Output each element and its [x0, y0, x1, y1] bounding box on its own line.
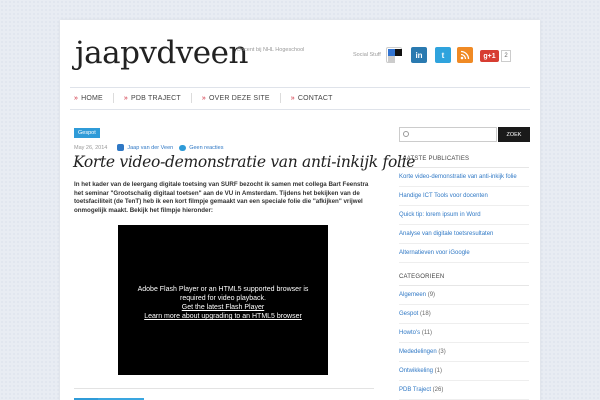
recent-posts-list: Korte video-demonstratie van anti-inkijk… — [399, 168, 529, 263]
chevron-right-icon: » — [123, 94, 128, 102]
rss-icon[interactable] — [457, 47, 473, 63]
nav-item-label: Home — [81, 94, 103, 102]
user-icon — [117, 144, 125, 151]
gplus-count: 2 — [501, 50, 511, 62]
flash-player-link[interactable]: Get the latest Flash Player — [118, 303, 328, 312]
video-player[interactable]: Adobe Flash Player or an HTML5 supported… — [118, 225, 328, 375]
nav-separator — [190, 93, 192, 103]
twitter-icon[interactable]: t — [435, 47, 451, 63]
main-nav: » Home » PDB Traject » Over deze site » … — [74, 93, 343, 103]
category-count: (9) — [426, 292, 436, 298]
categories-title: CATEGORIEEN — [399, 274, 445, 280]
page-container: jaapvdveen Docent bij NHL Hogeschool Soc… — [60, 20, 540, 400]
category-item[interactable]: Gespot (18) — [399, 305, 529, 324]
category-count: (3) — [436, 349, 446, 355]
video-message: Adobe Flash Player or an HTML5 supported… — [137, 286, 309, 302]
post-author-link[interactable]: Jaap van der Veen — [127, 145, 173, 151]
chevron-right-icon: » — [290, 94, 295, 102]
nav-item-home[interactable]: » Home — [74, 93, 103, 103]
category-count: (11) — [420, 330, 433, 336]
search-box — [399, 127, 497, 142]
nav-top-divider — [70, 87, 530, 88]
linkedin-icon[interactable]: in — [411, 47, 427, 63]
post-title[interactable]: Korte video-demonstratie van anti-inkijk… — [73, 153, 415, 171]
site-tagline: Docent bij NHL Hogeschool — [237, 47, 305, 53]
recent-post-item[interactable]: Quick tip: lorem ipsum in Word — [399, 206, 529, 225]
post-comments-link[interactable]: Geen reacties — [189, 145, 223, 151]
nav-separator — [112, 93, 114, 103]
recent-post-item[interactable]: Korte video-demonstratie van anti-inkijk… — [399, 168, 529, 187]
category-item[interactable]: PDB Traject (26) — [399, 381, 529, 400]
chevron-right-icon: » — [201, 94, 207, 102]
category-item[interactable]: Ontwikkeling (1) — [399, 362, 529, 381]
delicious-icon[interactable] — [386, 47, 402, 63]
nav-item-over-deze-site[interactable]: » Over deze site — [202, 93, 270, 103]
search-button[interactable]: ZOEK — [498, 127, 530, 142]
search-input[interactable] — [412, 129, 494, 140]
nav-item-label: Contact — [297, 94, 333, 102]
recent-post-item[interactable]: Handige ICT Tools voor docenten — [399, 187, 529, 206]
category-item[interactable]: Mededelingen (3) — [399, 343, 529, 362]
recent-posts-title: LAATSTE PUBLICATIES — [399, 156, 470, 162]
category-label: Howto's — [399, 330, 421, 336]
categories-list: Algemeen (9) Gespot (18) Howto's (11) Me… — [399, 286, 529, 400]
post-meta: May 26, 2014 Jaap van der Veen Geen reac… — [74, 144, 223, 151]
chevron-right-icon: » — [74, 94, 79, 102]
category-count: (18) — [418, 311, 431, 317]
nav-item-pdb-traject[interactable]: » PDB Traject — [124, 93, 181, 103]
category-label: Ontwikkeling — [399, 368, 434, 374]
category-count: (26) — [431, 387, 444, 393]
video-fallback: Adobe Flash Player or an HTML5 supported… — [118, 285, 328, 321]
post-divider — [74, 388, 374, 389]
recent-post-item[interactable]: Alternatieven voor iGoogle — [399, 244, 529, 263]
social-label: Social Stuff — [353, 52, 381, 58]
category-item[interactable]: Algemeen (9) — [399, 286, 529, 305]
html5-browser-link[interactable]: Learn more about upgrading to an HTML5 b… — [118, 312, 328, 321]
search-icon — [403, 131, 409, 137]
category-count: (1) — [433, 368, 443, 374]
nav-separator — [279, 93, 281, 103]
category-label: Gespot — [399, 311, 419, 317]
nav-item-contact[interactable]: » Contact — [291, 93, 333, 103]
category-label: Mededelingen — [399, 349, 437, 355]
nav-bottom-divider — [70, 109, 530, 110]
nav-item-label: PDB Traject — [131, 94, 181, 102]
gplus-button[interactable]: g+1 — [480, 50, 499, 62]
nav-item-label: Over deze site — [209, 94, 270, 102]
category-badge[interactable]: Gespot — [74, 128, 100, 138]
site-logo[interactable]: jaapvdveen — [75, 33, 248, 73]
category-label: Algemeen — [399, 292, 427, 298]
category-item[interactable]: Howto's (11) — [399, 324, 529, 343]
category-label: PDB Traject — [399, 387, 432, 393]
recent-post-item[interactable]: Analyse van digitale toetsresultaten — [399, 225, 529, 244]
comment-icon — [179, 144, 187, 151]
post-date: May 26, 2014 — [74, 144, 108, 151]
post-body: In het kader van de leergang digitale to… — [74, 181, 369, 214]
